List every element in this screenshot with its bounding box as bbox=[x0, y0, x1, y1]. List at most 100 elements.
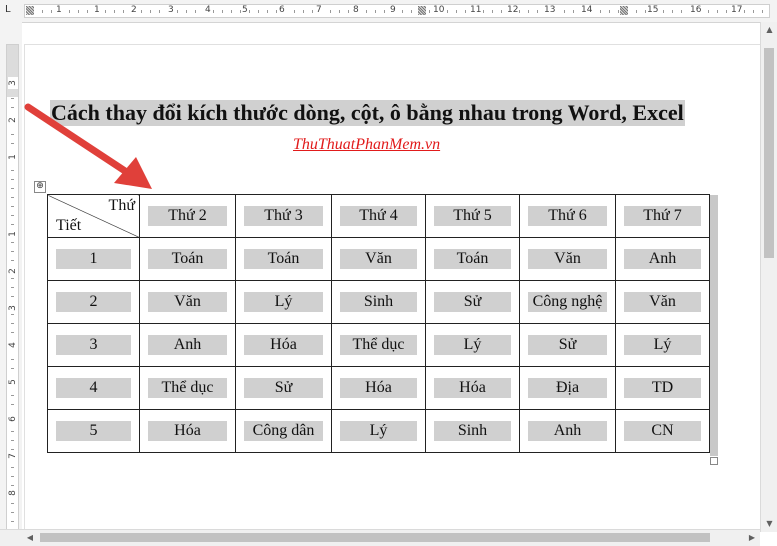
table-cell[interactable]: Sử bbox=[235, 366, 332, 410]
cell-text: Lý bbox=[624, 335, 701, 355]
ruler-number: 4 bbox=[8, 339, 18, 351]
scroll-right-icon[interactable]: ▶ bbox=[744, 530, 760, 546]
ruler-number: 1 bbox=[93, 5, 101, 16]
header-period-label: Tiết bbox=[56, 217, 82, 234]
table-cell[interactable]: Sử bbox=[519, 323, 616, 367]
table-header-cell[interactable]: Thứ 3 bbox=[235, 194, 332, 238]
vertical-ruler[interactable]: 3 2 1 1 2 3 4 5 6 7 8 bbox=[0, 22, 22, 545]
tab-selector-icon[interactable]: L bbox=[5, 4, 15, 16]
table-cell[interactable]: Toán bbox=[425, 237, 520, 281]
header-day-label: Thứ bbox=[108, 197, 135, 214]
table-cell[interactable]: Thể dục bbox=[331, 323, 426, 367]
ruler-number: 3 bbox=[167, 5, 175, 16]
table-header-cell[interactable]: Thứ 5 bbox=[425, 194, 520, 238]
table-cell[interactable]: Lý bbox=[615, 323, 710, 367]
column-marker[interactable] bbox=[418, 6, 426, 15]
scroll-down-icon[interactable]: ▼ bbox=[761, 516, 777, 532]
cell-text: Hóa bbox=[244, 335, 323, 355]
table-cell[interactable]: 3 bbox=[47, 323, 140, 367]
table-cell[interactable]: Anh bbox=[139, 323, 236, 367]
left-indent-marker[interactable] bbox=[26, 6, 34, 15]
schedule-table[interactable]: Thứ Tiết Thứ 2 Thứ 3 Thứ 4 Thứ 5 Thứ 6 T… bbox=[47, 194, 710, 453]
ruler-number: 14 bbox=[580, 5, 594, 16]
table-cell[interactable]: Công nghệ bbox=[519, 280, 616, 324]
table-header-cell[interactable]: Thứ 6 bbox=[519, 194, 616, 238]
table-header-row: Thứ Tiết Thứ 2 Thứ 3 Thứ 4 Thứ 5 Thứ 6 T… bbox=[47, 194, 710, 238]
ruler-number: 2 bbox=[8, 265, 18, 277]
table-resize-handle[interactable] bbox=[710, 457, 718, 465]
table-cell[interactable]: Sinh bbox=[425, 409, 520, 453]
document-subtitle-link[interactable]: ThuThuatPhanMem.vn bbox=[293, 136, 440, 154]
column-marker[interactable] bbox=[620, 6, 628, 15]
horizontal-ruler[interactable]: L 1 1 2 3 4 5 6 7 8 9 10 11 12 13 14 15 … bbox=[0, 0, 777, 23]
table-cell[interactable]: Sử bbox=[425, 280, 520, 324]
period-text: 3 bbox=[56, 335, 131, 355]
ruler-number: 17 bbox=[730, 5, 744, 16]
table-cell[interactable]: Sinh bbox=[331, 280, 426, 324]
cell-text: Lý bbox=[340, 421, 417, 441]
cell-text: Sử bbox=[434, 292, 511, 312]
table-cell[interactable]: Văn bbox=[519, 237, 616, 281]
table-cell[interactable]: Anh bbox=[615, 237, 710, 281]
table-cell[interactable]: Anh bbox=[519, 409, 616, 453]
table-cell[interactable]: TD bbox=[615, 366, 710, 410]
period-text: 4 bbox=[56, 378, 131, 398]
diagonal-header-cell[interactable]: Thứ Tiết bbox=[47, 194, 140, 238]
ruler-number: 3 bbox=[8, 302, 18, 314]
table-cell[interactable]: Lý bbox=[235, 280, 332, 324]
table-header-cell[interactable]: Thứ 7 bbox=[615, 194, 710, 238]
horizontal-scrollbar[interactable]: ◀ ▶ bbox=[0, 529, 760, 546]
period-text: 1 bbox=[56, 249, 131, 269]
table-cell[interactable]: Hóa bbox=[139, 409, 236, 453]
cell-text: Lý bbox=[244, 292, 323, 312]
table-edge-selection-bar[interactable] bbox=[710, 195, 718, 456]
scroll-up-icon[interactable]: ▲ bbox=[761, 22, 777, 38]
table-cell[interactable]: Hóa bbox=[425, 366, 520, 410]
ruler-number: 2 bbox=[130, 5, 138, 16]
table-cell[interactable]: CN bbox=[615, 409, 710, 453]
cell-text: Văn bbox=[148, 292, 227, 312]
cell-text: Sinh bbox=[340, 292, 417, 312]
horizontal-scroll-thumb[interactable] bbox=[40, 533, 710, 542]
table-cell[interactable]: Hóa bbox=[331, 366, 426, 410]
table-cell[interactable]: Công dân bbox=[235, 409, 332, 453]
cell-text: Anh bbox=[528, 421, 607, 441]
vertical-scroll-thumb[interactable] bbox=[764, 48, 774, 258]
scroll-left-icon[interactable]: ◀ bbox=[22, 530, 38, 546]
cell-text: Văn bbox=[624, 292, 701, 312]
table-cell[interactable]: Địa bbox=[519, 366, 616, 410]
table-header-cell[interactable]: Thứ 2 bbox=[139, 194, 236, 238]
header-text: Thứ 5 bbox=[434, 206, 511, 226]
period-text: 5 bbox=[56, 421, 131, 441]
arrow-head bbox=[114, 157, 152, 189]
header-text: Thứ 4 bbox=[340, 206, 417, 226]
table-cell[interactable]: Hóa bbox=[235, 323, 332, 367]
table-header-cell[interactable]: Thứ 4 bbox=[331, 194, 426, 238]
ruler-number: 7 bbox=[315, 5, 323, 16]
table-cell[interactable]: Lý bbox=[425, 323, 520, 367]
period-text: 2 bbox=[56, 292, 131, 312]
table-cell[interactable]: Thể dục bbox=[139, 366, 236, 410]
table-cell[interactable]: Văn bbox=[139, 280, 236, 324]
cell-text: Sử bbox=[244, 378, 323, 398]
table-cell[interactable]: Văn bbox=[331, 237, 426, 281]
table-cell[interactable]: Văn bbox=[615, 280, 710, 324]
header-text: Thứ 6 bbox=[528, 206, 607, 226]
table-row: 4 Thể dục Sử Hóa Hóa Địa TD bbox=[47, 366, 710, 410]
table-cell[interactable]: Toán bbox=[139, 237, 236, 281]
header-text: Thứ 2 bbox=[148, 206, 227, 226]
table-cell[interactable]: Toán bbox=[235, 237, 332, 281]
cell-text: TD bbox=[624, 378, 701, 398]
cell-text: Toán bbox=[148, 249, 227, 269]
red-arrow-icon bbox=[24, 103, 152, 189]
ruler-number: 6 bbox=[278, 5, 286, 16]
ruler-number: 5 bbox=[241, 5, 249, 16]
vertical-scrollbar[interactable]: ▲ ▼ bbox=[760, 22, 777, 532]
table-cell[interactable]: 5 bbox=[47, 409, 140, 453]
table-cell[interactable]: 2 bbox=[47, 280, 140, 324]
table-cell[interactable]: 4 bbox=[47, 366, 140, 410]
arrow-shaft bbox=[24, 103, 132, 177]
ruler-number: 8 bbox=[352, 5, 360, 16]
table-cell[interactable]: Lý bbox=[331, 409, 426, 453]
table-cell[interactable]: 1 bbox=[47, 237, 140, 281]
